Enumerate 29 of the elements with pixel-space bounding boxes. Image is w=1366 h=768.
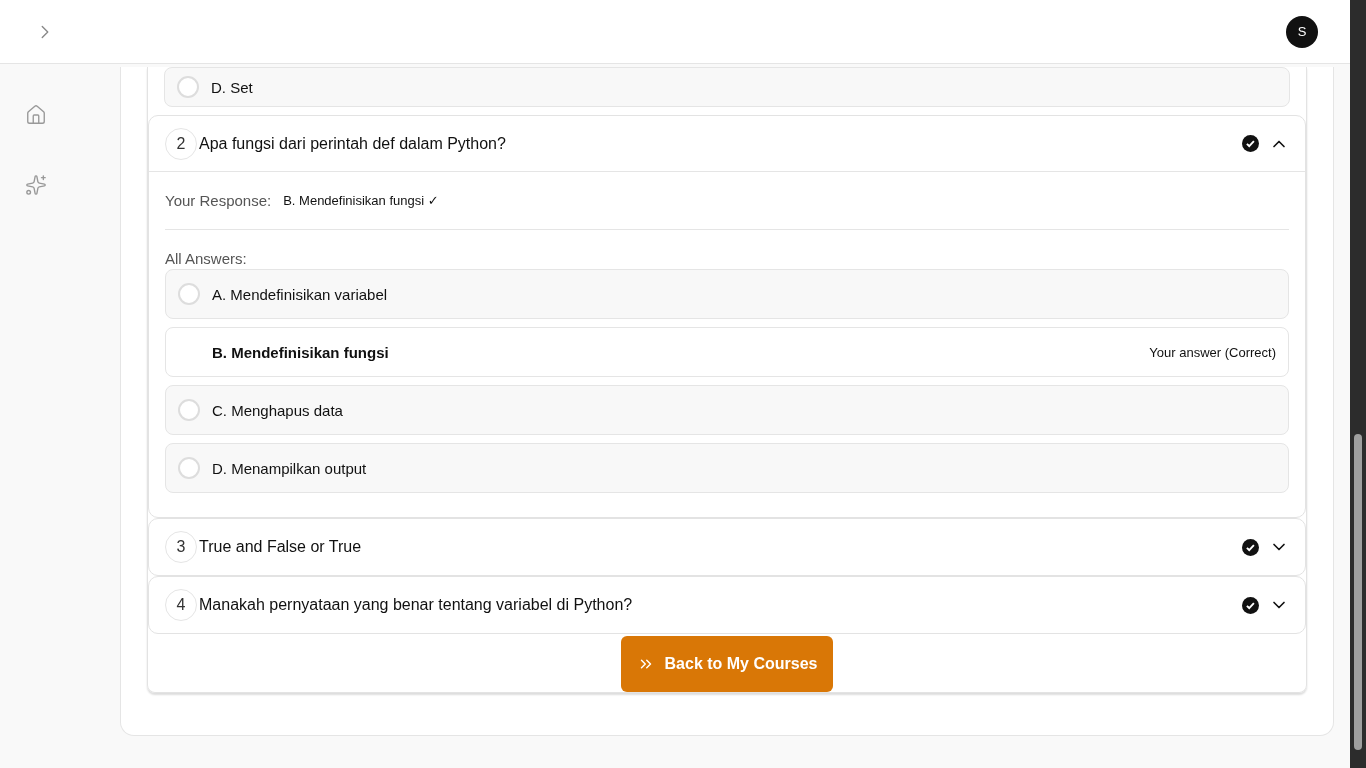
answer-note: Your answer (Correct) (1149, 344, 1276, 360)
answers-label: All Answers: (165, 250, 248, 267)
answer-option[interactable]: A. Mendefinisikan variabel (165, 269, 1289, 319)
option-label: C. Menghapus data (212, 401, 343, 419)
question-title: True and False or True (199, 538, 363, 556)
question-header[interactable]: 3 True and False or True (149, 519, 1305, 575)
radio-button[interactable] (178, 457, 200, 479)
user-avatar[interactable]: S (1286, 15, 1318, 48)
answer-option[interactable]: B. Mendefinisikan fungsi Your answer (Correct) (165, 327, 1289, 377)
option-label: D. Menampilkan output (212, 459, 367, 477)
option-label: B. Mendefinisikan fungsi (212, 343, 389, 361)
home-icon (25, 104, 47, 126)
sidebar-item[interactable] (23, 172, 49, 198)
response-value: B. Mendefinisikan fungsi ✓ (283, 193, 439, 208)
response-label: Your Response: (165, 192, 272, 209)
question-title: Manakah pernyataan yang benar tentang variabel di Python? (199, 596, 634, 614)
question-header[interactable]: 2 Apa fungsi dari perintah def dalam Python? (149, 116, 1305, 172)
option-label: A. Mendefinisikan variabel (212, 285, 388, 303)
option-label: D. Set (211, 78, 253, 96)
radio-button[interactable] (178, 399, 200, 421)
radio-button[interactable] (178, 283, 200, 305)
scrollbar[interactable] (1350, 0, 1366, 768)
answer-option[interactable]: D. Set (164, 67, 1290, 107)
sparkles-icon (25, 174, 47, 196)
question-title: Apa fungsi dari perintah def dalam Python? (199, 134, 507, 153)
answer-option[interactable]: D. Menampilkan output (165, 443, 1289, 493)
question-header[interactable]: 4 Manakah pernyataan yang benar tentang variabel di Python? (149, 577, 1305, 633)
radio-button[interactable] (177, 76, 199, 98)
answer-option[interactable]: C. Menghapus data (165, 385, 1289, 435)
